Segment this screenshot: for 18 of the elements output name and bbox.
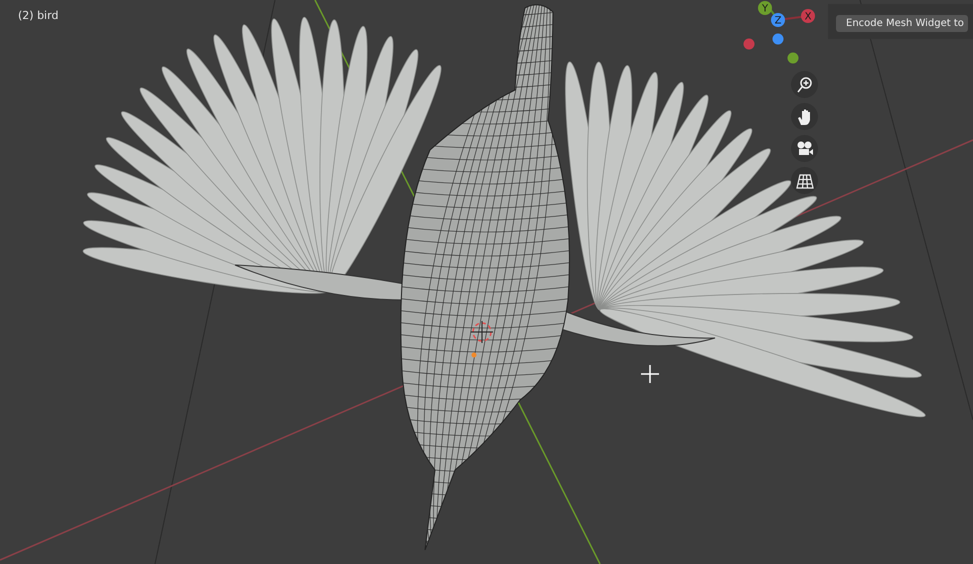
gizmo-axis-ball[interactable]: Y: [758, 1, 772, 15]
camera-button[interactable]: [791, 135, 818, 162]
crosshair-cursor-icon: [641, 365, 659, 383]
gizmo-axis-ball[interactable]: X: [801, 9, 815, 23]
camera-icon: [796, 140, 814, 158]
ortho-grid-button[interactable]: [791, 167, 818, 194]
magnifier-icon: [796, 76, 814, 94]
grid-icon: [796, 172, 814, 190]
gizmo-negative-axis-dot[interactable]: [772, 34, 784, 44]
pan-button[interactable]: [791, 103, 818, 130]
gizmo-negative-axis-dot[interactable]: [788, 52, 798, 64]
object-label: (2) bird: [18, 9, 58, 22]
encode-mesh-button[interactable]: Encode Mesh Widget to: [836, 15, 968, 32]
gizmo-axis-ball[interactable]: Z: [771, 13, 785, 27]
zoom-button[interactable]: [791, 71, 818, 98]
3d-cursor-icon: [470, 320, 494, 344]
object-origin-icon: [472, 352, 476, 358]
gizmo-negative-axis-dot[interactable]: [744, 38, 754, 50]
